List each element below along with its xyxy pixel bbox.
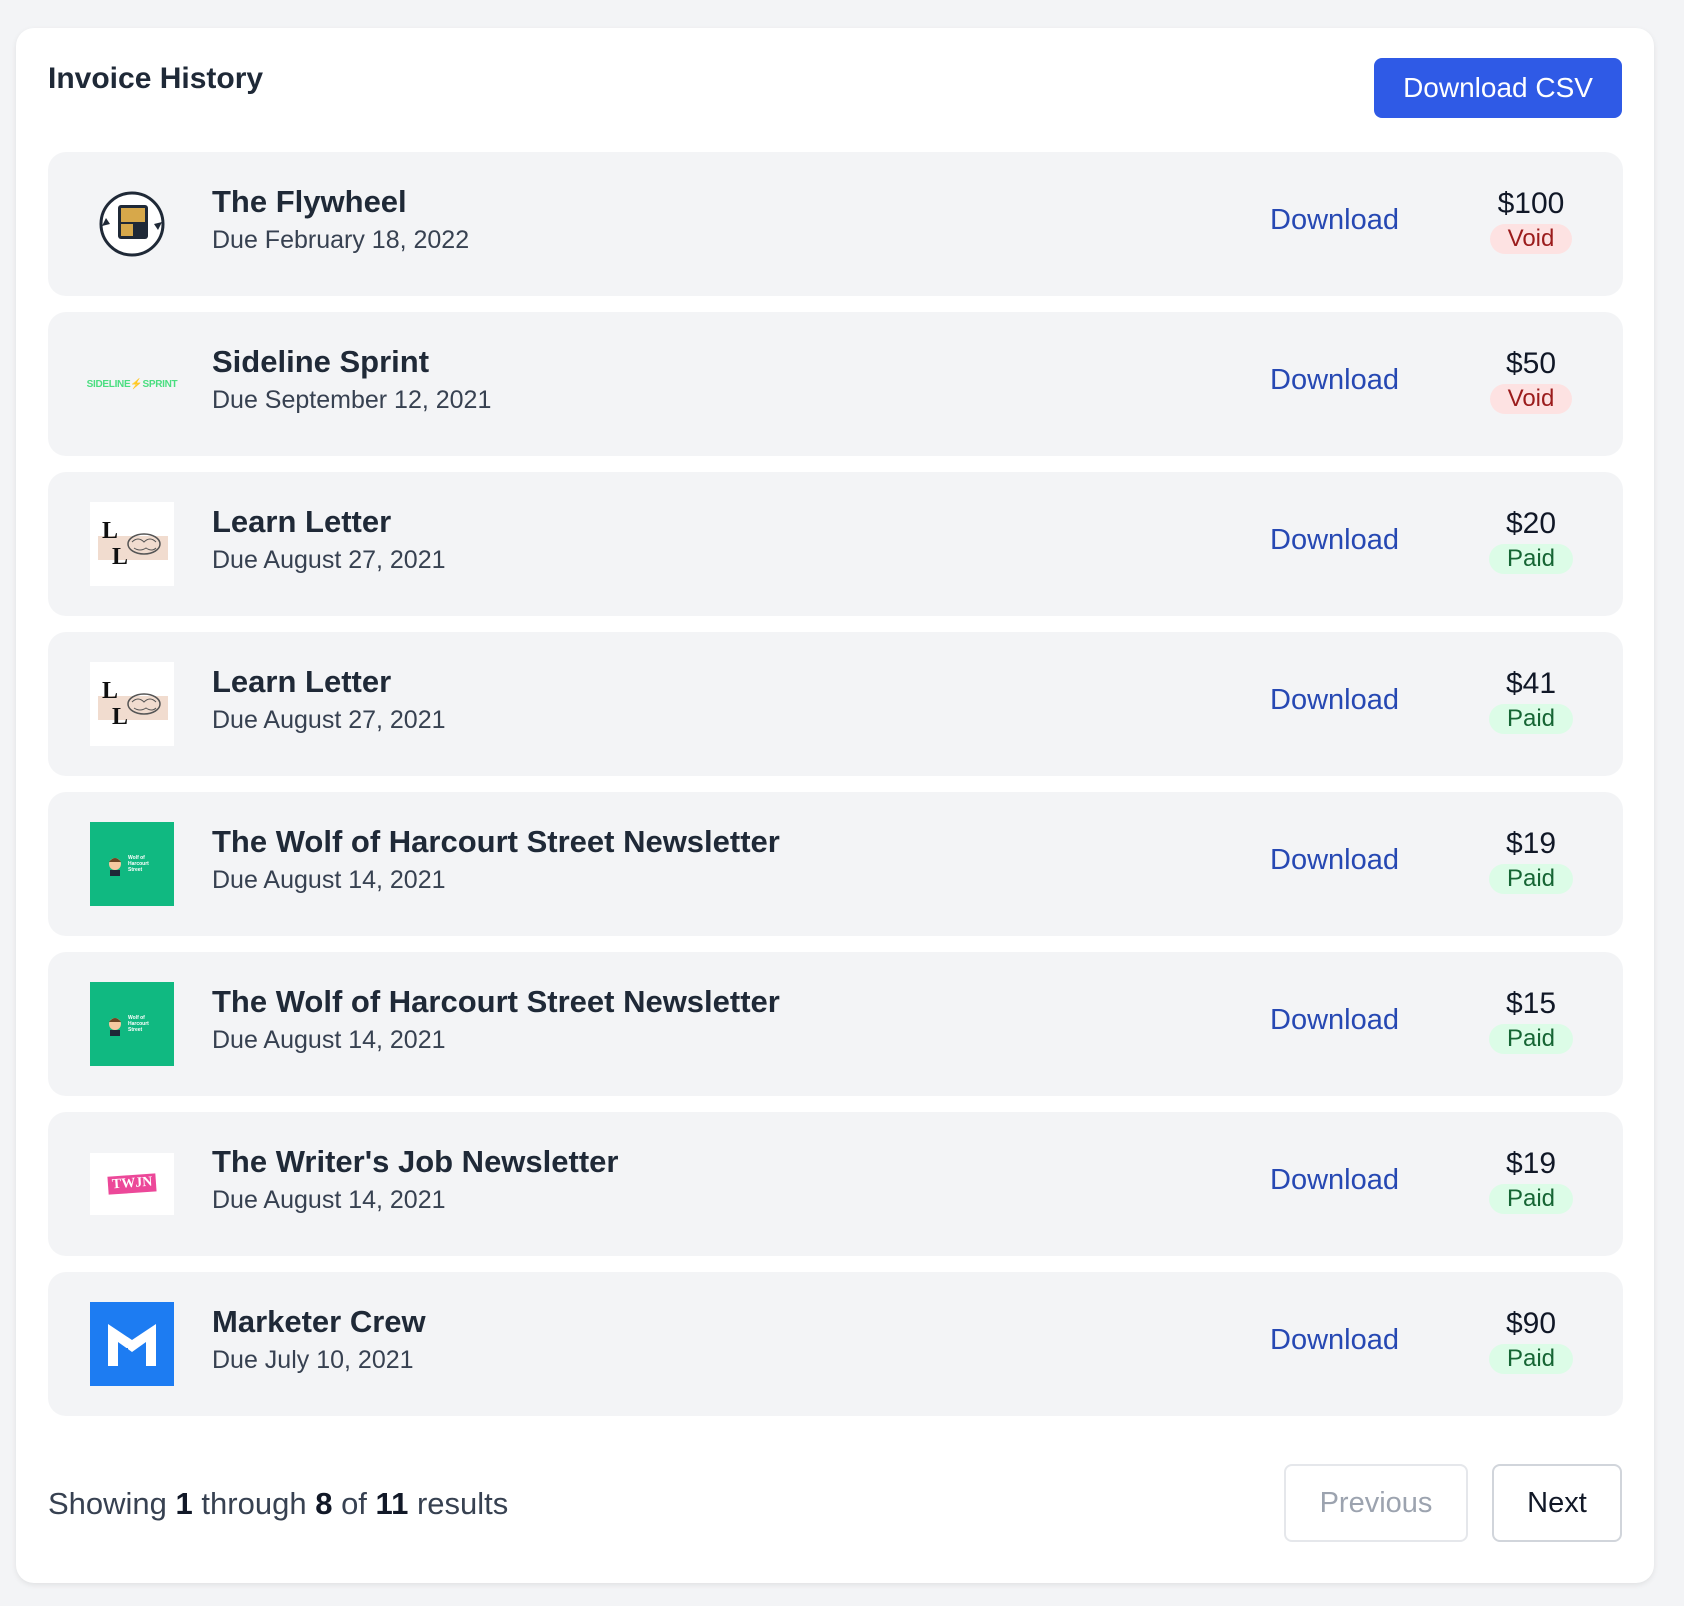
invoice-name: Sideline Sprint (212, 344, 430, 379)
status-badge: Paid (1488, 704, 1574, 734)
invoice-amount: $19 (1505, 1147, 1557, 1180)
invoice-history-card: Invoice History Download CSV The Flywhee… (16, 28, 1654, 1583)
amount-status: $19 Paid (1485, 1146, 1577, 1214)
invoice-name: The Flywheel (212, 184, 407, 219)
amount-status: $50 Void (1485, 346, 1577, 414)
download-link[interactable]: Download (1270, 524, 1399, 557)
status-badge: Paid (1488, 544, 1574, 574)
download-link[interactable]: Download (1270, 1324, 1399, 1357)
invoice-name: The Writer's Job Newsletter (212, 1144, 619, 1179)
invoice-due-date: Due August 14, 2021 (212, 1026, 446, 1054)
invoice-due-date: Due July 10, 2021 (212, 1346, 414, 1374)
invoice-list: The Flywheel Due February 18, 2022 Downl… (48, 152, 1623, 1432)
twjn-logo: TWJN (90, 1142, 174, 1226)
invoice-due-date: Due August 14, 2021 (212, 866, 446, 894)
invoice-row: Wolf of Harcourt Street The Wolf of Harc… (48, 952, 1623, 1096)
invoice-name: The Wolf of Harcourt Street Newsletter (212, 984, 780, 1019)
invoice-due-date: Due August 27, 2021 (212, 706, 446, 734)
of-label: of (341, 1486, 367, 1521)
pagination-footer: Showing 1 through 8 of 11 results Previo… (48, 1464, 1622, 1546)
invoice-due-date: Due September 12, 2021 (212, 386, 492, 414)
status-badge: Paid (1488, 1024, 1574, 1054)
invoice-info: The Wolf of Harcourt Street Newsletter D… (212, 822, 780, 895)
amount-status: $90 Paid (1485, 1306, 1577, 1374)
sideline-sprint-logo-text: SIDELINE⚡SPRINT (86, 378, 178, 390)
invoice-row: SIDELINE⚡SPRINT Sideline Sprint Due Sept… (48, 312, 1623, 456)
sideline-sprint-logo: SIDELINE⚡SPRINT (87, 342, 178, 426)
invoice-due-date: Due February 18, 2022 (212, 226, 470, 254)
invoice-info: Sideline Sprint Due September 12, 2021 (212, 342, 491, 415)
invoice-row: L L Learn Letter Due August 27, 2021 Dow… (48, 472, 1623, 616)
range-end: 8 (315, 1486, 333, 1521)
svg-text:L: L (102, 678, 118, 704)
twjn-logo-text: TWJN (107, 1173, 157, 1195)
results-label: results (416, 1486, 509, 1521)
invoice-amount: $41 (1505, 667, 1557, 700)
amount-status: $15 Paid (1485, 986, 1577, 1054)
svg-text:L: L (112, 704, 128, 730)
invoice-due-date: Due August 14, 2021 (212, 1186, 446, 1214)
invoice-info: Marketer Crew Due July 10, 2021 (212, 1302, 426, 1375)
status-badge: Paid (1488, 864, 1574, 894)
invoice-info: The Flywheel Due February 18, 2022 (212, 182, 469, 255)
invoice-amount: $19 (1505, 827, 1557, 860)
download-link[interactable]: Download (1270, 1004, 1399, 1037)
total-results: 11 (375, 1486, 409, 1521)
amount-status: $100 Void (1485, 186, 1577, 254)
status-badge: Void (1489, 224, 1573, 254)
amount-status: $19 Paid (1485, 826, 1577, 894)
invoice-info: The Writer's Job Newsletter Due August 1… (212, 1142, 618, 1215)
invoice-name: The Wolf of Harcourt Street Newsletter (212, 824, 780, 859)
download-link[interactable]: Download (1270, 364, 1399, 397)
invoice-name: Learn Letter (212, 664, 392, 699)
flywheel-logo-icon (90, 182, 174, 266)
invoice-name: Marketer Crew (212, 1304, 426, 1339)
invoice-amount: $90 (1505, 1307, 1557, 1340)
wolf-harcourt-logo: Wolf of Harcourt Street (90, 982, 174, 1066)
invoice-row: Wolf of Harcourt Street The Wolf of Harc… (48, 792, 1623, 936)
invoice-row: The Flywheel Due February 18, 2022 Downl… (48, 152, 1623, 296)
wolf-harcourt-logo: Wolf of Harcourt Street (90, 822, 174, 906)
invoice-amount: $20 (1505, 507, 1557, 540)
amount-status: $20 Paid (1485, 506, 1577, 574)
invoice-info: Learn Letter Due August 27, 2021 (212, 662, 446, 735)
status-badge: Void (1489, 384, 1573, 414)
svg-text:L: L (102, 518, 118, 544)
learn-letter-logo: L L (90, 662, 174, 746)
download-link[interactable]: Download (1270, 684, 1399, 717)
invoice-due-date: Due August 27, 2021 (212, 546, 446, 574)
svg-text:Street: Street (128, 867, 143, 873)
range-start: 1 (175, 1486, 193, 1521)
through-label: through (201, 1486, 307, 1521)
invoice-amount: $15 (1505, 987, 1557, 1020)
status-badge: Paid (1488, 1184, 1574, 1214)
previous-button[interactable]: Previous (1284, 1464, 1468, 1542)
download-csv-button[interactable]: Download CSV (1374, 58, 1622, 118)
invoice-row: Marketer Crew Due July 10, 2021 Download… (48, 1272, 1623, 1416)
invoice-row: L L Learn Letter Due August 27, 2021 Dow… (48, 632, 1623, 776)
invoice-info: The Wolf of Harcourt Street Newsletter D… (212, 982, 780, 1055)
showing-label: Showing (48, 1486, 167, 1521)
learn-letter-logo: L L (90, 502, 174, 586)
card-header: Invoice History Download CSV (48, 58, 1622, 118)
svg-text:Street: Street (128, 1027, 143, 1033)
invoice-amount: $50 (1505, 347, 1557, 380)
invoice-info: Learn Letter Due August 27, 2021 (212, 502, 446, 575)
download-link[interactable]: Download (1270, 844, 1399, 877)
next-button[interactable]: Next (1492, 1464, 1622, 1542)
invoice-amount: $100 (1497, 187, 1565, 220)
invoice-name: Learn Letter (212, 504, 392, 539)
download-link[interactable]: Download (1270, 204, 1399, 237)
download-link[interactable]: Download (1270, 1164, 1399, 1197)
svg-text:L: L (112, 544, 128, 570)
invoice-row: TWJN The Writer's Job Newsletter Due Aug… (48, 1112, 1623, 1256)
results-summary: Showing 1 through 8 of 11 results (48, 1486, 508, 1522)
page-title: Invoice History (48, 62, 264, 95)
amount-status: $41 Paid (1485, 666, 1577, 734)
status-badge: Paid (1488, 1344, 1574, 1374)
marketer-crew-logo (90, 1302, 174, 1386)
